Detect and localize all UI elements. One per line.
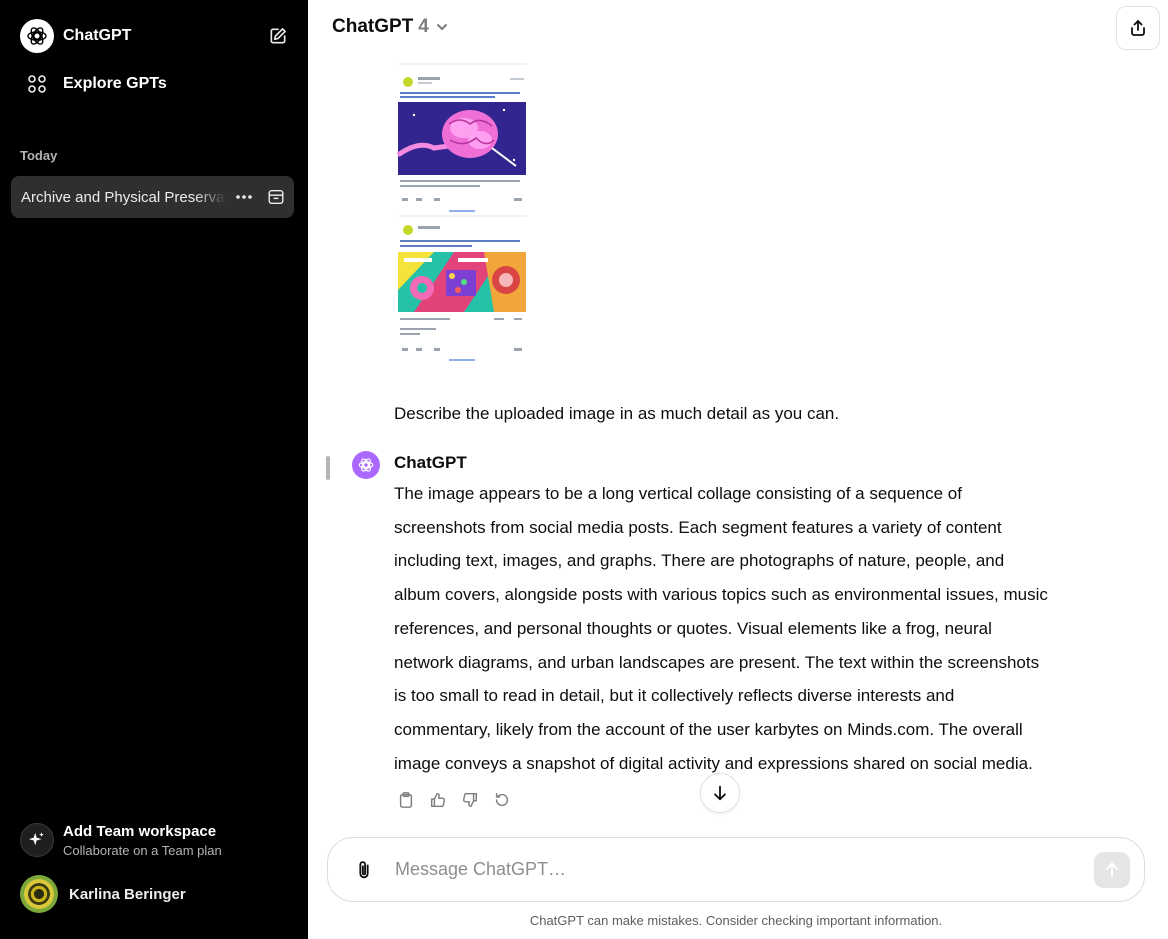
chevron-down-icon bbox=[435, 20, 449, 34]
send-button[interactable] bbox=[1094, 851, 1130, 888]
sidebar-home-row[interactable]: ChatGPT bbox=[10, 14, 298, 58]
sparkle-icon bbox=[20, 823, 54, 857]
share-button[interactable] bbox=[1116, 6, 1160, 50]
assistant-line: commentary, likely from the account of t… bbox=[394, 719, 1023, 739]
copy-icon[interactable] bbox=[394, 788, 418, 812]
message-input[interactable] bbox=[395, 859, 1094, 880]
assistant-line: references, and personal thoughts or quo… bbox=[394, 618, 992, 638]
team-workspace-title: Add Team workspace bbox=[63, 822, 217, 840]
openai-logo-icon bbox=[20, 19, 54, 53]
model-name: ChatGPT bbox=[332, 16, 414, 37]
message-actions bbox=[394, 788, 514, 812]
arrow-up-icon bbox=[1106, 862, 1118, 877]
section-today-label: Today bbox=[20, 148, 58, 163]
more-options-icon[interactable] bbox=[232, 185, 256, 209]
explore-gpts-link[interactable]: Explore GPTs bbox=[10, 62, 298, 106]
grid-icon bbox=[20, 67, 54, 101]
user-avatar bbox=[20, 875, 58, 913]
assistant-line: image conveys a snapshot of digital acti… bbox=[394, 753, 1033, 773]
assistant-line: including text, images, and graphs. Ther… bbox=[394, 551, 1005, 571]
message-composer bbox=[327, 837, 1145, 902]
assistant-message: The image appears to be a long vertical … bbox=[394, 477, 1134, 780]
assistant-line: screenshots from social media posts. Eac… bbox=[394, 517, 1002, 537]
message-edge-marker bbox=[326, 456, 330, 480]
uploaded-image[interactable] bbox=[394, 60, 530, 368]
assistant-line: network diagrams, and urban landscapes a… bbox=[394, 652, 1040, 672]
paperclip-icon[interactable] bbox=[350, 856, 378, 884]
scroll-to-bottom-button[interactable] bbox=[700, 773, 740, 813]
assistant-line: album covers, alongside posts with vario… bbox=[394, 585, 1048, 605]
sidebar: ChatGPT Explore GPTs Today Archive and P… bbox=[0, 0, 308, 939]
team-workspace-subtitle: Collaborate on a Team plan bbox=[63, 842, 222, 858]
regenerate-icon[interactable] bbox=[490, 788, 514, 812]
chat-item-title: Archive and Physical Preservation bbox=[21, 188, 226, 206]
model-version: 4 bbox=[418, 16, 429, 37]
user-profile-button[interactable]: Karlina Beringer bbox=[10, 872, 298, 916]
user-message: Describe the uploaded image in as much d… bbox=[394, 404, 840, 423]
assistant-line: is too small to read in detail, but it c… bbox=[394, 686, 955, 706]
main-panel: ChatGPT 4 Describe the uploaded image in… bbox=[308, 0, 1168, 939]
disclaimer-text: ChatGPT can make mistakes. Consider chec… bbox=[529, 913, 943, 928]
assistant-avatar-icon bbox=[352, 451, 380, 479]
assistant-line: The image appears to be a long vertical … bbox=[394, 484, 962, 503]
thumbs-up-icon[interactable] bbox=[426, 788, 450, 812]
assistant-name: ChatGPT bbox=[394, 453, 467, 472]
top-bar: ChatGPT 4 bbox=[308, 0, 1168, 58]
add-team-workspace-button[interactable]: Add Team workspace Collaborate on a Team… bbox=[10, 818, 298, 862]
thumbs-down-icon[interactable] bbox=[458, 788, 482, 812]
sidebar-app-title: ChatGPT bbox=[63, 27, 132, 44]
new-chat-icon[interactable] bbox=[266, 24, 290, 48]
sidebar-chat-item[interactable]: Archive and Physical Preservation bbox=[11, 176, 294, 218]
explore-gpts-label: Explore GPTs bbox=[63, 75, 167, 92]
archive-icon[interactable] bbox=[264, 185, 288, 209]
share-icon bbox=[1131, 20, 1145, 36]
arrow-down-icon bbox=[714, 785, 726, 801]
user-name: Karlina Beringer bbox=[69, 885, 186, 903]
model-selector[interactable]: ChatGPT 4 bbox=[332, 16, 449, 38]
